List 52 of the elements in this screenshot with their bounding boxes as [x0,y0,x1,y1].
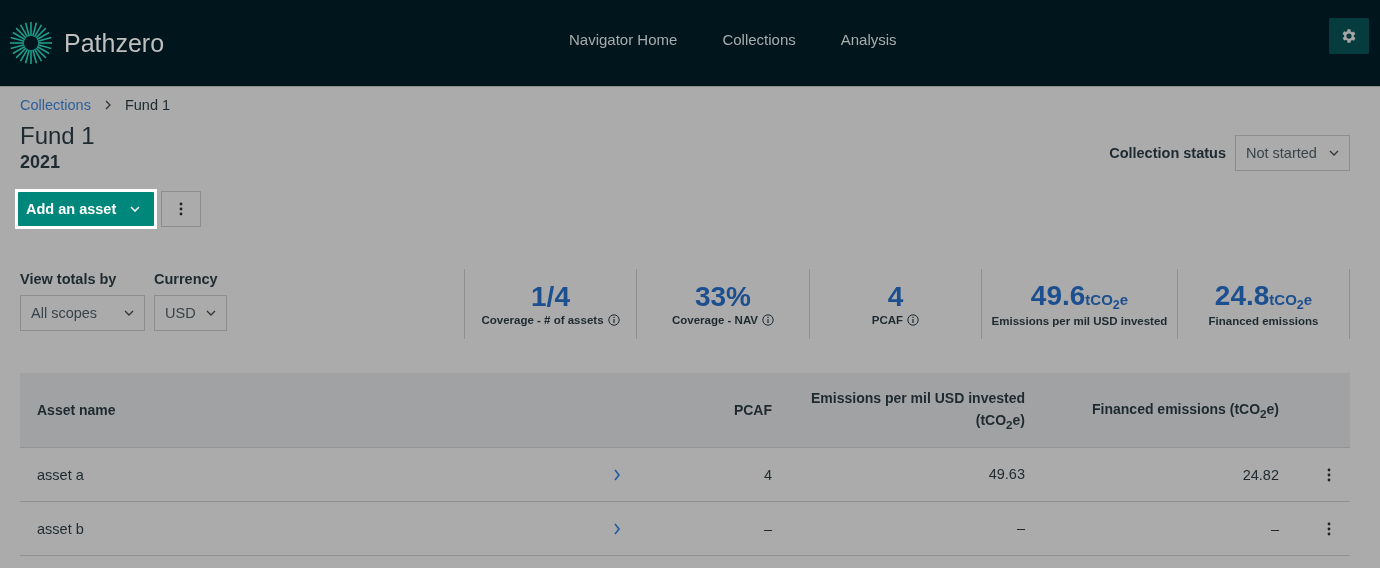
column-header: Financed emissions (tCO$_{2}$e) [1091,400,1279,420]
metric-value: 1/4 [531,282,570,312]
metric-label: Coverage - NAV [671,313,759,326]
chevron-icon[interactable] [613,468,621,481]
metric-label: Coverage - # of assets [481,313,604,326]
table-cell-text: – [762,520,772,537]
metric-value: 49.6tCO$_{2}$e [1030,281,1129,313]
column-header: Emissions per mil USD invested (tCO$_{2}$e) [810,389,1025,433]
table-cell-text: 24.82 [1241,466,1279,483]
page-title: Fund 1 [20,122,95,150]
metric-value: 24.8tCO$_{2}$e [1214,281,1313,313]
table-cell-text: – [1269,520,1279,537]
caret-icon [1329,149,1339,156]
caret-icon [206,310,216,316]
table-cell-text: 4 [762,466,772,483]
settings-button[interactable] [1329,18,1369,54]
chevron-icon[interactable] [613,522,621,535]
metric-label: PCAF [871,313,904,326]
kebab-icon [179,202,184,216]
breadcrumb-item[interactable]: Collections [20,97,91,113]
info-icon[interactable] [907,313,920,326]
filter-dropdown[interactable]: All scopes [20,295,145,331]
kebab-icon[interactable] [1327,467,1331,482]
filter-label: View totals by [20,271,118,287]
table-cell-text: – [1015,519,1025,539]
info-icon[interactable] [762,313,775,326]
status-label: Collection status [1109,144,1226,161]
status-dropdown[interactable]: Not started [1235,134,1350,171]
metric-label: Emissions per mil USD invested [991,314,1168,327]
table-cell-text: asset a [36,466,85,483]
caret-icon [124,310,134,316]
breadcrumb-item[interactable]: Fund 1 [124,97,171,113]
metric-value: 33% [694,282,751,312]
info-icon[interactable] [607,313,620,326]
metric-label: Financed emissions [1208,314,1319,327]
nav-link[interactable]: Navigator Home [569,30,678,48]
kebab-icon[interactable] [1327,521,1331,536]
year-label: 2021 [20,152,62,173]
caret-icon [130,206,141,212]
filter-dropdown[interactable]: USD [154,295,227,331]
sunburst-logo-icon [9,21,53,65]
brand-name: Pathzero [64,28,165,58]
table-cell-text: 49.63 [987,465,1025,485]
column-header: Asset name [36,402,117,418]
filter-label: Currency [154,271,219,287]
nav-link[interactable]: Analysis [840,30,897,48]
add-asset-button[interactable]: Add an asset [18,192,155,226]
column-header: PCAF [732,402,772,418]
settings-icon [1340,27,1358,45]
metric-value: 4 [887,282,904,312]
nav-link[interactable]: Collections [722,30,796,48]
table-cell-text: asset b [36,520,85,537]
